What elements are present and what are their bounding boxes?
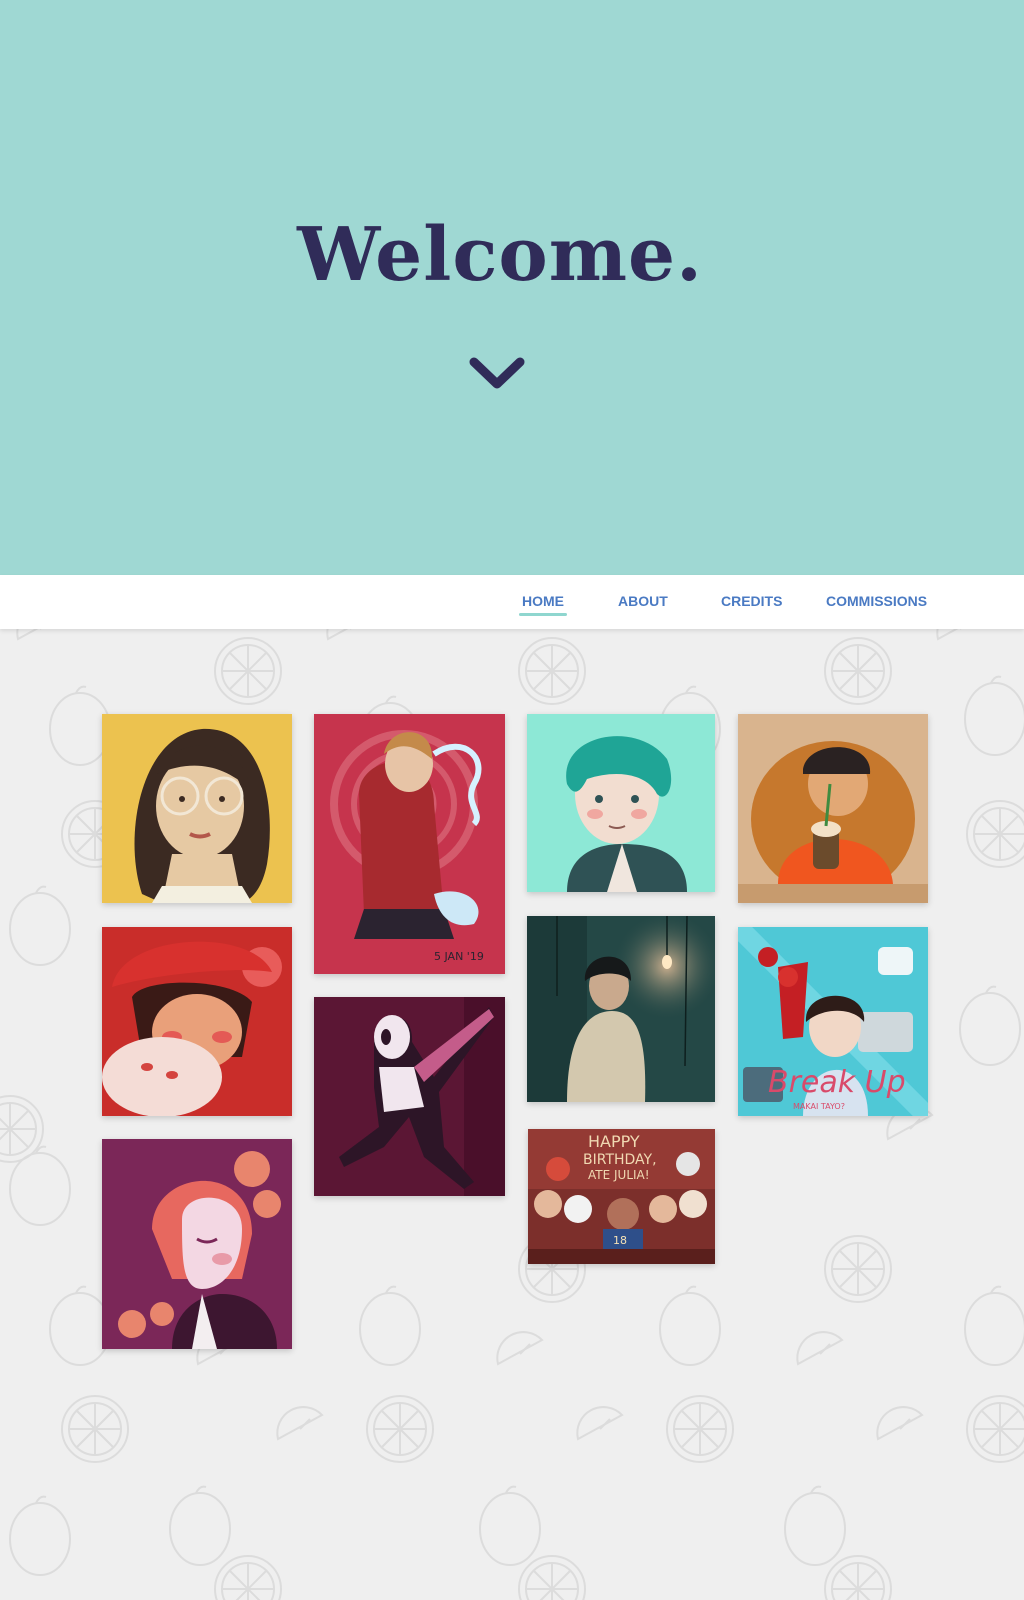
artwork-5[interactable] <box>102 927 292 1116</box>
artwork-2[interactable]: 5 JAN '19 <box>314 714 505 974</box>
artwork-8[interactable]: Break Up MAKAI TAYO? <box>738 927 928 1116</box>
artwork-4[interactable] <box>738 714 928 903</box>
artwork-10-line1: HAPPY <box>588 1132 640 1151</box>
nav-home[interactable]: HOME <box>519 593 567 616</box>
artwork-3[interactable] <box>527 714 715 892</box>
artwork-10-line3: ATE JULIA! <box>588 1168 650 1182</box>
nav-credits[interactable]: CREDITS <box>721 593 782 609</box>
artwork-2-signature: 5 JAN '19 <box>434 950 484 963</box>
nav-commissions[interactable]: COMMISSIONS <box>826 593 927 609</box>
artwork-6[interactable] <box>314 997 505 1196</box>
artwork-gallery: 5 JAN '19 Break Up MAKAI TAYO? HAPPY BIR… <box>0 0 1024 1600</box>
main-nav: HOME ABOUT CREDITS COMMISSIONS <box>0 575 1024 629</box>
nav-about[interactable]: ABOUT <box>618 593 668 609</box>
artwork-10-cake-number: 18 <box>613 1234 627 1247</box>
artwork-10-line2: BIRTHDAY, <box>583 1152 657 1168</box>
artwork-9[interactable] <box>102 1139 292 1349</box>
artwork-7[interactable] <box>527 916 715 1102</box>
artwork-8-subtitle: MAKAI TAYO? <box>793 1102 845 1111</box>
artwork-1[interactable] <box>102 714 292 903</box>
artwork-10[interactable]: HAPPY BIRTHDAY, ATE JULIA! 18 <box>528 1129 715 1264</box>
artwork-8-title: Break Up <box>768 1065 906 1100</box>
